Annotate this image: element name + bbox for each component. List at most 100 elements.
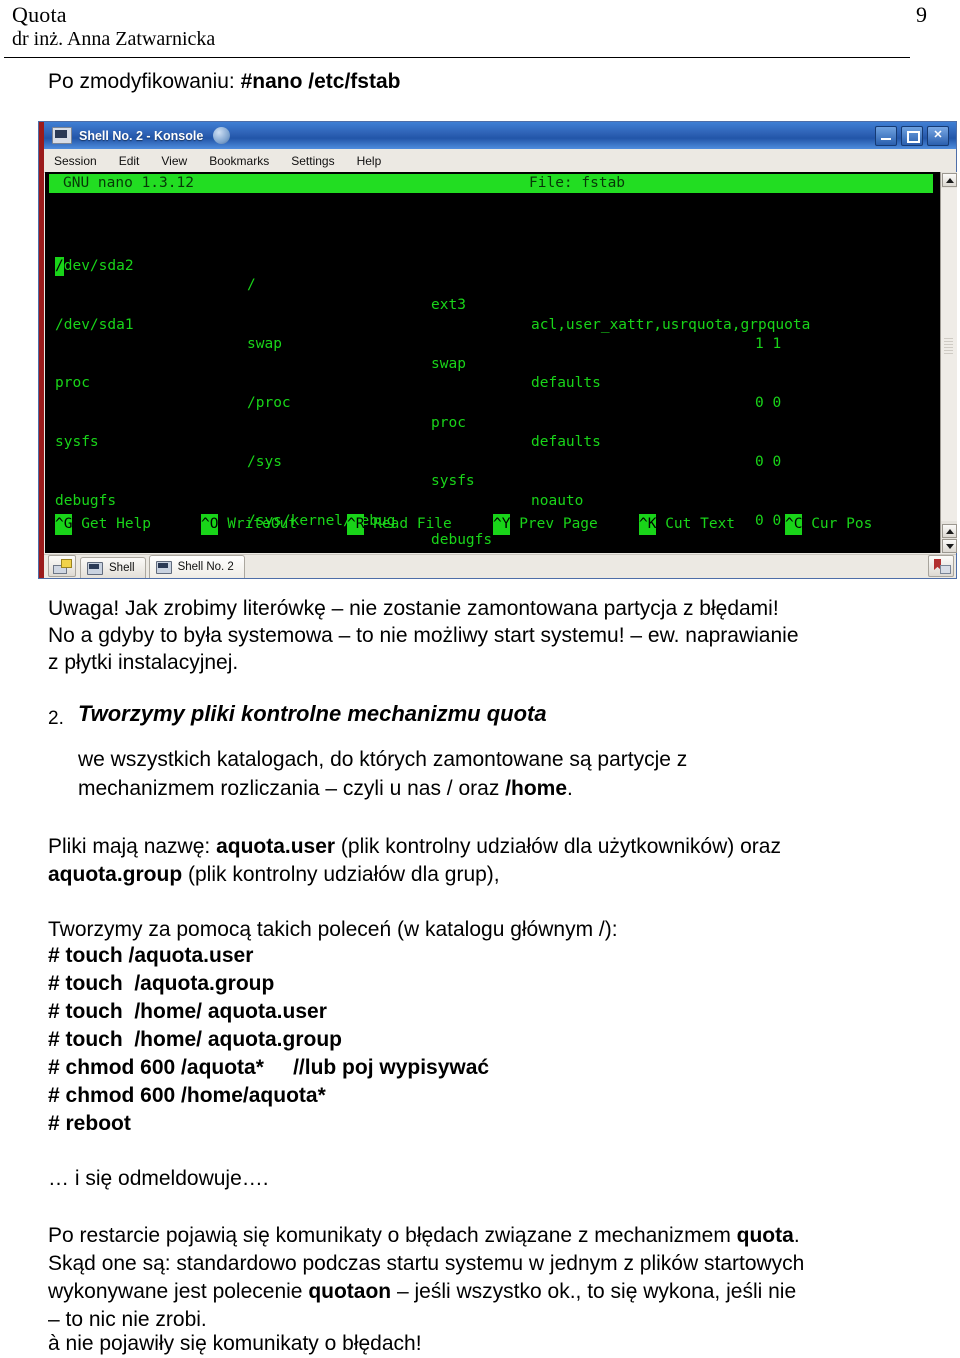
names-line-1-a: Pliki mają nazwę:	[48, 835, 217, 858]
shortcut-key: ^C	[785, 514, 803, 535]
after-line-3-a: wykonywane jest polecenie	[48, 1280, 309, 1303]
scroll-up-arrow-icon-2[interactable]	[942, 524, 957, 538]
intro-label: Po zmodyfikowaniu:	[48, 70, 241, 93]
text-cursor: /	[55, 256, 64, 277]
menu-session[interactable]: Session	[44, 154, 108, 168]
warning-line-2: No a gdyby to była systemowa – to nie mo…	[48, 624, 799, 647]
shortcut-key: ^R	[347, 514, 365, 535]
nano-version: GNU nano 1.3.12	[63, 175, 194, 191]
logout-line: … i się odmeldowuje….	[48, 1167, 269, 1190]
shortcut-column: ^R Read File ^W Where Is	[347, 472, 497, 553]
shortcut-label: Read File	[373, 516, 452, 532]
terminal-icon	[87, 561, 103, 575]
shortcut-label: Prev Page	[519, 516, 598, 532]
aquota-group-name: aquota.group	[48, 863, 183, 886]
tab-label: Shell	[109, 562, 135, 574]
fstab-row: sysfs /sys sysfs noauto 0 0	[49, 414, 939, 528]
konsole-logo-icon	[213, 127, 231, 144]
fstab-mount: /proc	[247, 394, 291, 411]
page-title: Quota	[12, 2, 67, 27]
new-session-button[interactable]	[48, 555, 76, 577]
window-left-stripe	[39, 122, 44, 578]
maximize-button[interactable]	[901, 125, 923, 146]
after-line-5: à nie pojawiły się komunikaty o błędach!	[48, 1332, 422, 1355]
item-line-2: mechanizmem rozliczania – czyli u nas / …	[78, 775, 573, 802]
names-line-2-b: (plik kontrolny udziałów dla grup),	[182, 863, 500, 886]
nano-filename: File: fstab	[529, 175, 626, 191]
item-line-2-c: .	[567, 777, 573, 800]
scroll-down-arrow-icon[interactable]	[942, 539, 957, 553]
fstab-device: sysfs	[55, 434, 99, 451]
fstab-device: proc	[55, 375, 90, 392]
shortcut-label: Cur Pos	[811, 516, 873, 532]
terminal-icon	[52, 127, 72, 144]
section-heading: Tworzymy pliki kontrolne mechanizmu quot…	[78, 701, 547, 726]
terminal-scrollbar[interactable]	[940, 172, 957, 553]
fstab-row: proc /proc proc defaults 0 0	[49, 355, 939, 469]
command-line-7: # reboot	[48, 1112, 131, 1135]
menu-settings[interactable]: Settings	[280, 154, 345, 168]
quota-keyword: quota	[736, 1224, 794, 1247]
fstab-options: defaults	[531, 375, 601, 392]
after-line-3-c: – jeśli wszystko ok., to się wykona, jeś…	[391, 1280, 797, 1303]
konsole-window-screenshot: Shell No. 2 - Konsole ✕ Session Edit Vie…	[38, 121, 957, 579]
session-tabbar[interactable]: Shell Shell No. 2	[44, 554, 956, 578]
commands-intro: Tworzymy za pomocą takich poleceń (w kat…	[48, 918, 618, 941]
shortcut-column: ^O WriteOut ^J Justify	[201, 472, 351, 553]
shortcut-key: ^K	[639, 514, 657, 535]
item-line-2-a: mechanizmem rozliczania – czyli u nas / …	[78, 777, 506, 800]
menu-edit[interactable]: Edit	[108, 154, 151, 168]
intro-line: Po zmodyfikowaniu: #nano /etc/fstab	[48, 70, 400, 94]
window-title: Shell No. 2 - Konsole	[79, 128, 204, 143]
scrollbar-bottom-arrows[interactable]	[941, 523, 958, 553]
nano-title-bar: GNU nano 1.3.12 File: fstab	[49, 174, 933, 193]
close-icon: ✕	[933, 128, 943, 141]
list-number: 2.	[48, 708, 64, 729]
command-line-4: # touch /home/ aquota.group	[48, 1028, 342, 1051]
scrollbar-grip[interactable]	[944, 337, 953, 354]
fstab-dump: 0 0	[755, 453, 782, 470]
scrollbar-track[interactable]	[941, 188, 957, 521]
shortcut-column: ^Y Prev Page ^V Next Page	[493, 472, 643, 553]
menu-help[interactable]: Help	[346, 154, 393, 168]
names-line-2: aquota.group (plik kontrolny udziałów dl…	[48, 861, 500, 888]
tab-shell-no-2[interactable]: Shell No. 2	[148, 555, 245, 578]
after-line-4: – to nic nie zrobi.	[48, 1308, 207, 1331]
fstab-options: acl,user_xattr,usrquota,grpquota	[531, 316, 811, 333]
fstab-device: /dev/sda2	[55, 256, 134, 277]
aquota-user-name: aquota.user	[216, 835, 336, 858]
warning-line-3: z płytki instalacyjnej.	[48, 651, 239, 674]
fstab-mount: /sys	[247, 453, 282, 470]
menu-view[interactable]: View	[150, 154, 198, 168]
nano-shortcut-bar: ^G Get Help ^X Exit ^O WriteOut ^J Justi…	[49, 472, 933, 535]
fstab-options: defaults	[531, 434, 601, 451]
close-button[interactable]: ✕	[927, 125, 949, 146]
terminal-icon	[155, 560, 172, 574]
minimize-button[interactable]	[875, 125, 897, 146]
shortcut-column: ^G Get Help ^X Exit	[55, 472, 205, 553]
command-line-3: # touch /home/ aquota.user	[48, 1000, 327, 1023]
menu-bookmarks[interactable]: Bookmarks	[198, 154, 280, 168]
shortcut-column: ^K Cut Text ^U UnCut Text	[639, 472, 789, 553]
terminal-canvas[interactable]: GNU nano 1.3.12 File: fstab /dev/sda2 / …	[45, 172, 940, 553]
after-line-1-c: .	[793, 1224, 800, 1247]
warning-line-1: Uwaga! Jak zrobimy literówkę – nie zosta…	[48, 597, 779, 620]
item-line-1: we wszystkich katalogach, do których zam…	[78, 748, 688, 771]
window-titlebar[interactable]: Shell No. 2 - Konsole ✕	[44, 122, 956, 149]
after-line-2: Skąd one są: standardowo podczas startu …	[48, 1252, 805, 1275]
shortcut-key: ^O	[201, 514, 219, 535]
bookmark-icon[interactable]	[928, 555, 954, 577]
fstab-mount: swap	[247, 336, 282, 353]
shortcut-key: ^G	[55, 514, 73, 535]
intro-command: #nano /etc/fstab	[240, 70, 401, 93]
scroll-up-arrow-icon[interactable]	[941, 173, 957, 187]
shortcut-key: ^Y	[493, 514, 511, 535]
command-line-6: # chmod 600 /home/aquota*	[48, 1084, 326, 1107]
command-line-5: # chmod 600 /aquota* //lub poj wypisywać	[48, 1056, 490, 1079]
tab-shell[interactable]: Shell	[80, 557, 146, 578]
menubar[interactable]: Session Edit View Bookmarks Settings Hel…	[44, 149, 956, 173]
names-line-1-c: (plik kontrolny udziałów dla użytkownikó…	[335, 835, 781, 858]
fstab-dump: 1 1	[755, 336, 782, 353]
page-author: dr inż. Anna Zatwarnicka	[12, 28, 216, 50]
after-line-1-a: Po restarcie pojawią się komunikaty o bł…	[48, 1224, 737, 1247]
